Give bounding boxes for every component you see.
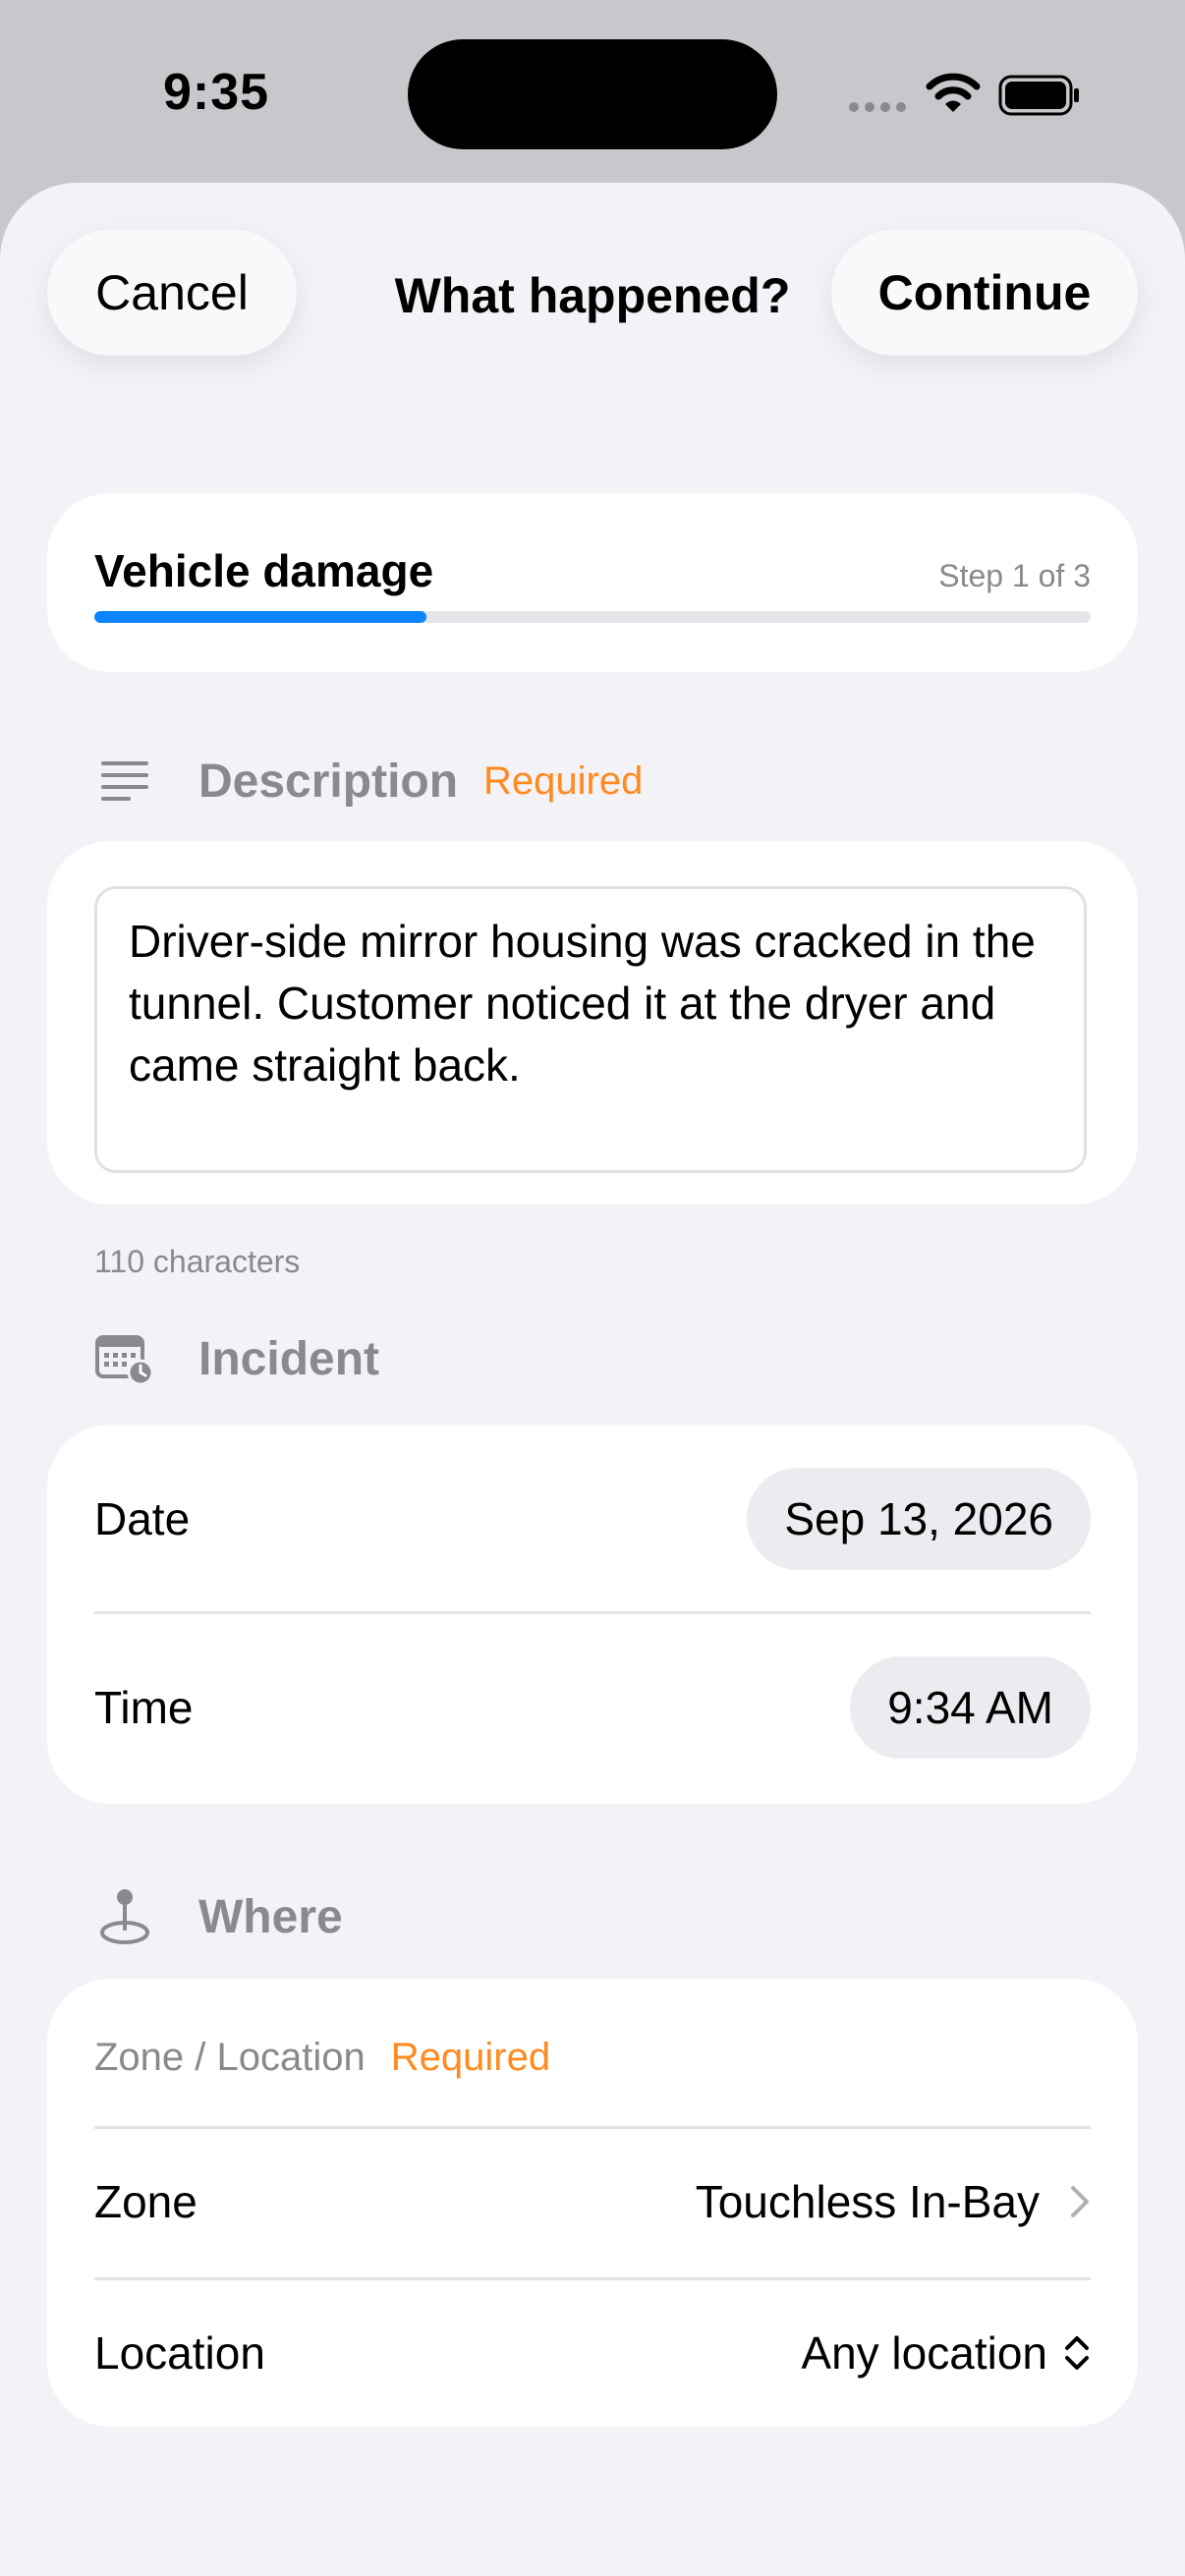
description-header: Description Required (94, 751, 643, 812)
date-row: Date Sep 13, 2026 (94, 1468, 1091, 1570)
divider (94, 2126, 1091, 2129)
continue-button[interactable]: Continue (831, 230, 1138, 356)
zone-value-text: Touchless In-Bay (695, 2176, 1040, 2227)
dynamic-island (408, 39, 777, 149)
wifi-icon (926, 73, 981, 112)
time-label: Time (94, 1682, 194, 1733)
incident-card: Date Sep 13, 2026 Time 9:34 AM (47, 1425, 1138, 1804)
chevron-up-down-icon (1065, 2336, 1089, 2370)
time-row: Time 9:34 AM (94, 1656, 1091, 1759)
description-card: Driver-side mirror housing was cracked i… (47, 841, 1138, 1204)
form-sheet: Cancel What happened? Continue Vehicle d… (0, 183, 1185, 2576)
required-badge: Required (390, 2036, 551, 2079)
where-title: Where (198, 1890, 343, 1943)
description-title: Description (198, 755, 459, 808)
time-picker[interactable]: 9:34 AM (850, 1656, 1091, 1759)
chevron-right-icon (1071, 2186, 1089, 2217)
text-align-icon (94, 751, 155, 812)
zone-location-label: Zone / Location (94, 2036, 366, 2079)
character-count: 110 characters (94, 1244, 301, 1279)
status-time: 9:35 (163, 64, 270, 121)
battery-icon (998, 75, 1079, 116)
step-title: Vehicle damage (94, 545, 434, 596)
signal-icon (849, 102, 906, 112)
divider (94, 2277, 1091, 2280)
zone-label: Zone (94, 2176, 198, 2227)
step-count: Step 1 of 3 (938, 558, 1091, 593)
incident-header: Incident (94, 1328, 379, 1389)
progress-bar (94, 611, 1091, 623)
description-textarea[interactable]: Driver-side mirror housing was cracked i… (94, 886, 1087, 1173)
date-label: Date (94, 1493, 191, 1544)
step-progress-card: Vehicle damage Step 1 of 3 (47, 493, 1138, 672)
location-label: Location (94, 2327, 265, 2379)
location-row[interactable]: Location Any location (94, 2307, 1091, 2399)
required-badge: Required (483, 758, 644, 803)
status-bar: 9:35 (0, 0, 1185, 183)
date-picker[interactable]: Sep 13, 2026 (747, 1468, 1091, 1570)
zone-location-header: Zone / Location Required (94, 2036, 550, 2080)
location-select[interactable]: Any location (801, 2326, 1091, 2380)
progress-fill (94, 611, 426, 623)
where-header: Where (94, 1886, 343, 1947)
divider (94, 1611, 1091, 1614)
calendar-clock-icon (94, 1328, 155, 1389)
where-card: Zone / Location Required Zone Touchless … (47, 1979, 1138, 2427)
incident-title: Incident (198, 1332, 380, 1385)
location-value-text: Any location (801, 2327, 1047, 2379)
zone-row[interactable]: Zone Touchless In-Bay (94, 2156, 1091, 2248)
zone-value: Touchless In-Bay (696, 2175, 1091, 2228)
map-pin-icon (94, 1886, 155, 1947)
